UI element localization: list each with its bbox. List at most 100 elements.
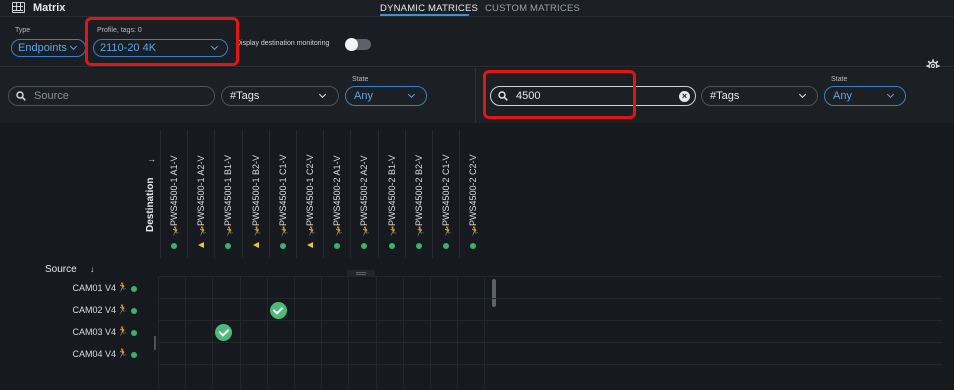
grid-column-line bbox=[348, 276, 350, 390]
app-title: Matrix bbox=[33, 2, 66, 14]
destination-name: PWS4500-2 B1-V bbox=[386, 154, 397, 226]
grid-column-line bbox=[321, 276, 323, 390]
source-state-select[interactable]: Any bbox=[345, 86, 427, 106]
destination-column[interactable]: PWS4500-2 B1-V 🏃 bbox=[377, 130, 405, 258]
status-dot-icon bbox=[334, 243, 341, 249]
grid-column-line bbox=[185, 276, 187, 390]
status-dot-icon bbox=[225, 243, 232, 249]
destination-name: PWS4500-1 B1-V bbox=[223, 154, 234, 226]
destination-name: PWS4500-2 C2-V bbox=[468, 154, 479, 226]
grid-column-line bbox=[484, 276, 486, 390]
chevron-down-icon bbox=[318, 90, 327, 99]
highlight-profile bbox=[85, 17, 239, 66]
destination-name: PWS4500-2 B2-V bbox=[413, 154, 424, 226]
walker-icon: 🏃 bbox=[442, 227, 454, 237]
source-state-label: State bbox=[352, 76, 369, 83]
search-row: Source #Tags State Any 4500 × #Tags Stat… bbox=[0, 68, 954, 123]
grid-column-line bbox=[375, 276, 377, 390]
warning-triangle-icon bbox=[307, 242, 313, 248]
walker-icon: 🏃 bbox=[333, 227, 345, 237]
walker-icon: 🏃 bbox=[117, 304, 129, 314]
destination-column[interactable]: PWS4500-2 C2-V 🏃 bbox=[459, 130, 486, 258]
walker-icon: 🏃 bbox=[360, 227, 372, 237]
status-dot-icon bbox=[131, 286, 137, 292]
walker-icon: 🏃 bbox=[197, 227, 209, 237]
source-axis-label: Source bbox=[45, 264, 77, 275]
status-dot-icon bbox=[443, 243, 449, 249]
top-bar: Matrix DYNAMIC MATRICES CUSTOM MATRICES bbox=[0, 0, 954, 17]
destination-column[interactable]: PWS4500-1 C2-V 🏃 bbox=[296, 130, 323, 258]
tab-dynamic-matrices[interactable]: DYNAMIC MATRICES bbox=[380, 3, 478, 14]
status-dot-icon bbox=[361, 243, 368, 249]
destination-state-value: Any bbox=[833, 90, 852, 102]
destination-column[interactable]: PWS4500-1 A2-V 🏃 bbox=[187, 130, 214, 258]
status-dot-icon bbox=[131, 330, 137, 336]
grid-column-line bbox=[266, 276, 268, 390]
destination-name: PWS4500-2 A2-V bbox=[359, 155, 370, 226]
destination-column[interactable]: PWS4500-1 A1-V 🏃 bbox=[160, 130, 187, 258]
type-select[interactable]: Endpoints bbox=[11, 39, 86, 57]
walker-icon: 🏃 bbox=[251, 227, 263, 237]
arrow-right-icon: → bbox=[147, 154, 156, 164]
grid-row-line bbox=[158, 298, 942, 299]
destination-column[interactable]: PWS4500-2 C1-V 🏃 bbox=[432, 130, 459, 258]
source-row[interactable]: CAM03 V4 🏃 bbox=[0, 322, 158, 344]
tab-custom-matrices[interactable]: CUSTOM MATRICES bbox=[485, 3, 580, 14]
destination-name: PWS4500-1 A1-V bbox=[169, 155, 179, 226]
destination-column[interactable]: PWS4500-1 B1-V 🏃 bbox=[214, 130, 241, 258]
destination-monitoring-toggle[interactable] bbox=[345, 38, 371, 51]
source-row[interactable]: CAM01 V4 🏃 bbox=[0, 278, 158, 300]
arrow-down-icon[interactable]: ↓ bbox=[90, 264, 95, 274]
status-dot-icon bbox=[131, 308, 137, 314]
destination-column[interactable]: PWS4500-2 B2-V 🏃 bbox=[404, 130, 432, 258]
grid-column-line bbox=[402, 276, 404, 390]
walker-icon: 🏃 bbox=[170, 227, 182, 237]
source-search-placeholder: Source bbox=[34, 90, 69, 102]
source-search-input[interactable]: Source bbox=[8, 86, 215, 106]
grid-row-line bbox=[158, 320, 942, 321]
walker-icon: 🏃 bbox=[117, 348, 129, 358]
check-icon[interactable] bbox=[269, 302, 287, 319]
warning-triangle-icon bbox=[252, 242, 259, 248]
grid-column-line bbox=[457, 276, 459, 390]
destination-name: PWS4500-2 A1-V bbox=[332, 155, 343, 226]
grid-row-line bbox=[158, 276, 942, 277]
walker-icon: 🏃 bbox=[117, 282, 129, 292]
walker-icon: 🏃 bbox=[469, 227, 481, 237]
status-dot-icon bbox=[131, 352, 137, 358]
source-row[interactable]: CAM02 V4 🏃 bbox=[0, 300, 158, 322]
walker-icon: 🏃 bbox=[387, 227, 399, 237]
type-value: Endpoints bbox=[18, 42, 67, 54]
destination-state-select[interactable]: Any bbox=[824, 86, 906, 106]
destination-column[interactable]: PWS4500-1 B2-V 🏃 bbox=[241, 130, 269, 258]
destination-column[interactable]: PWS4500-2 A2-V 🏃 bbox=[350, 130, 377, 258]
source-name: CAM02 V4 bbox=[72, 305, 116, 315]
grid-row-line bbox=[158, 342, 942, 343]
destination-column[interactable]: PWS4500-2 A1-V 🏃 bbox=[323, 130, 350, 258]
scrollbar-thumb[interactable] bbox=[492, 279, 496, 307]
warning-triangle-icon bbox=[198, 242, 205, 248]
destination-column[interactable]: PWS4500-1 C1-V 🏃 bbox=[268, 130, 296, 258]
chevron-down-icon bbox=[69, 42, 78, 51]
clear-icon[interactable]: × bbox=[679, 90, 690, 102]
grid-column-line bbox=[239, 276, 241, 390]
status-dot-icon bbox=[279, 243, 286, 249]
source-row[interactable]: CAM04 V4 🏃 bbox=[0, 344, 158, 366]
walker-icon: 🏃 bbox=[306, 227, 318, 237]
destination-name: PWS4500-1 C2-V bbox=[305, 154, 315, 226]
destination-axis-label: Destination bbox=[145, 177, 156, 232]
destination-name: PWS4500-1 B2-V bbox=[250, 154, 261, 226]
search-icon bbox=[16, 91, 26, 101]
destination-tags-select[interactable]: #Tags bbox=[701, 86, 818, 106]
source-tags-value: #Tags bbox=[230, 90, 260, 102]
destination-state-label: State bbox=[831, 76, 848, 83]
walker-icon: 🏃 bbox=[414, 227, 427, 237]
status-dot-icon bbox=[171, 243, 177, 249]
source-name: CAM01 V4 bbox=[72, 283, 116, 293]
grid-column-line bbox=[212, 276, 214, 390]
walker-icon: 🏃 bbox=[278, 227, 291, 237]
highlight-destination-search bbox=[483, 70, 636, 119]
filter-divider bbox=[475, 68, 476, 123]
source-name: CAM03 V4 bbox=[72, 327, 116, 337]
source-tags-select[interactable]: #Tags bbox=[221, 86, 339, 106]
